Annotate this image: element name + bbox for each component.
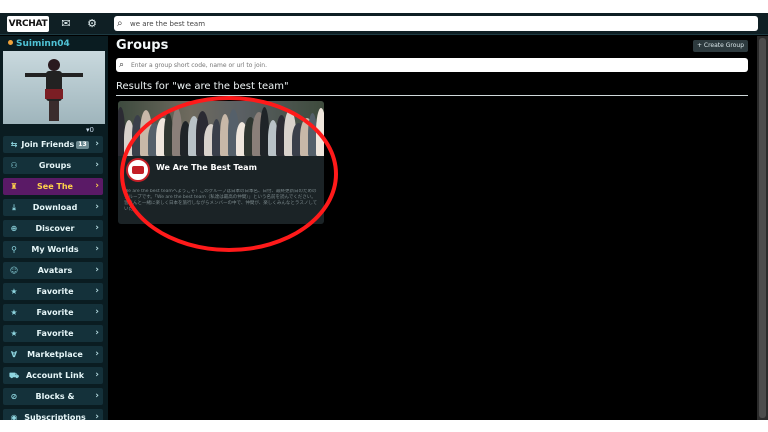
sidebar-item-icon: ⇆ <box>10 140 18 149</box>
chevron-right-icon: › <box>95 223 99 233</box>
chevron-right-icon: › <box>95 370 99 380</box>
avatar-figure <box>25 59 83 121</box>
group-banner-image <box>118 101 324 156</box>
sidebar-item-text: My Worlds <box>31 245 79 254</box>
sidebar-item-download[interactable]: ⤓ Download › <box>3 199 103 216</box>
user-name[interactable]: Suiminn04 <box>8 38 70 50</box>
top-bar: VRCHAT ✉ ⚙ ⌕ <box>0 13 768 35</box>
sidebar-item-icon: ⚲ <box>11 245 17 254</box>
sidebar: Suiminn04 ▾0 ⇆ Join Friends 13 › ⚇ Groups › ♜ Se… <box>0 36 108 420</box>
sidebar-item-favorite-worlds[interactable]: ★Favorite Worlds› <box>3 283 103 313</box>
sidebar-item-icon: ⊕ <box>10 224 18 233</box>
banner-figure <box>316 108 324 156</box>
sidebar-item-text: Download <box>32 203 78 212</box>
sidebar-item-label: Groups <box>21 157 89 174</box>
chevron-right-icon: › <box>95 139 99 149</box>
chevron-right-icon: › <box>95 244 99 254</box>
avatar-count: ▾0 <box>86 126 94 134</box>
sidebar-item-label: Subscriptions <box>21 409 89 420</box>
chevron-right-icon: › <box>95 391 99 401</box>
group-description: We are the best teamへようこそ！このグループは日本の日本名、… <box>124 189 318 212</box>
chevron-right-icon: › <box>95 265 99 275</box>
sidebar-item-icon: ⚇ <box>10 161 18 170</box>
sidebar-item-groups[interactable]: ⚇ Groups › <box>3 157 103 174</box>
sidebar-item-icon: ◉ <box>10 413 18 420</box>
results-heading: Results for "we are the best team" <box>116 81 289 92</box>
sidebar-item-icon: ★ <box>10 329 18 338</box>
sidebar-item-see-the-winners[interactable]: ♜See The Winners› <box>3 178 103 208</box>
groups-panel: Groups + Create Group ⌕ Results for "we … <box>108 36 756 420</box>
sidebar-item-label: Account Link <box>21 367 89 384</box>
sidebar-item-avatars[interactable]: ☺ Avatars › <box>3 262 103 279</box>
global-search-input[interactable] <box>130 17 750 30</box>
avatar-preview[interactable] <box>3 51 105 124</box>
sidebar-item-text: Join Friends <box>21 140 75 149</box>
sidebar-item-join-friends[interactable]: ⇆ Join Friends 13 › <box>3 136 103 153</box>
sidebar-item-text: Account Link <box>25 371 85 380</box>
chevron-right-icon: › <box>95 307 99 317</box>
search-icon: ⌕ <box>119 60 125 70</box>
sidebar-item-account-link[interactable]: ⛟ Account Link › <box>3 367 103 384</box>
group-icon <box>126 158 150 182</box>
chevron-right-icon: › <box>95 286 99 296</box>
vrchat-logo[interactable]: VRCHAT <box>7 16 49 32</box>
sidebar-item-marketplace[interactable]: ∀ Marketplace › <box>3 346 103 363</box>
sidebar-item-text: Avatars <box>37 266 73 275</box>
sidebar-item-icon: ☺ <box>9 266 19 275</box>
sidebar-item-icon: ⛟ <box>8 371 20 380</box>
group-name: We Are The Best Team <box>156 163 257 172</box>
sidebar-item-favorite-avatars[interactable]: ★Favorite Avatars› <box>3 304 103 334</box>
group-search-input[interactable] <box>131 59 741 71</box>
username-label: Suiminn04 <box>16 39 70 49</box>
create-group-button[interactable]: + Create Group <box>692 40 748 52</box>
sidebar-item-text: Marketplace <box>27 350 83 359</box>
sidebar-item-my-worlds[interactable]: ⚲ My Worlds › <box>3 241 103 258</box>
chevron-right-icon: › <box>95 202 99 212</box>
sidebar-item-icon: ⊘ <box>10 392 18 401</box>
settings-icon[interactable]: ⚙ <box>83 16 101 32</box>
chevron-right-icon: › <box>95 349 99 359</box>
sidebar-item-text: Groups <box>38 161 72 170</box>
sidebar-item-label: Join Friends 13 <box>21 136 89 153</box>
sidebar-item-label: My Worlds <box>21 241 89 258</box>
page-title: Groups <box>116 38 169 53</box>
chevron-right-icon: › <box>95 160 99 170</box>
chevron-right-icon: › <box>95 412 99 420</box>
chevron-right-icon: › <box>95 181 99 191</box>
scrollbar-thumb[interactable] <box>759 38 766 418</box>
sidebar-item-icon: ♜ <box>10 182 18 191</box>
app-window: VRCHAT ✉ ⚙ ⌕ Suiminn04 ▾0 ⇆Join Friends1… <box>0 13 768 420</box>
friends-count-badge: 13 <box>76 141 89 149</box>
scrollbar[interactable] <box>757 36 768 420</box>
divider <box>116 95 748 96</box>
sidebar-item-text: Subscriptions <box>24 413 86 420</box>
search-icon: ⌕ <box>117 18 123 29</box>
sidebar-item-subscriptions[interactable]: ◉ Subscriptions › <box>3 409 103 420</box>
group-card[interactable]: We Are The Best Team We are the best tea… <box>118 101 324 224</box>
sidebar-item-discover-worlds[interactable]: ⊕Discover Worlds› <box>3 220 103 250</box>
sidebar-item-blocks-mutes[interactable]: ⊘Blocks & Mutes› <box>3 388 103 418</box>
chevron-right-icon: › <box>95 328 99 338</box>
mail-icon[interactable]: ✉ <box>57 16 75 32</box>
group-search[interactable]: ⌕ <box>116 58 748 72</box>
sidebar-item-icon: ∀ <box>10 350 18 359</box>
status-dot <box>8 40 13 45</box>
sidebar-item-label: Marketplace <box>21 346 89 363</box>
sidebar-item-icon: ★ <box>10 287 18 296</box>
sidebar-item-label: Download <box>21 199 89 216</box>
sidebar-item-icon: ★ <box>10 308 18 317</box>
global-search[interactable]: ⌕ <box>114 16 758 31</box>
sidebar-item-label: Avatars <box>21 262 89 279</box>
sidebar-item-icon: ⤓ <box>12 203 16 212</box>
sidebar-item-favorite-friends[interactable]: ★Favorite Friends› <box>3 325 103 355</box>
